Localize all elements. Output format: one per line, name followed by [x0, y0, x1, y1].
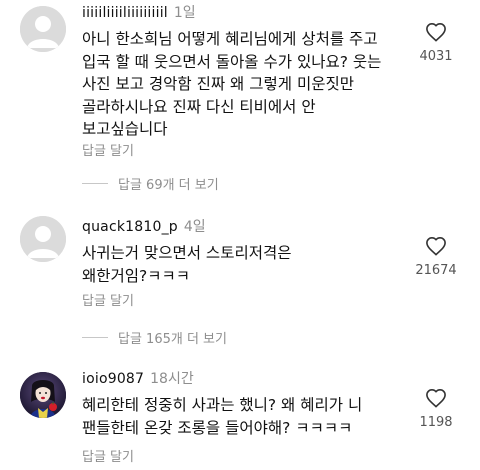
username[interactable]: quack1810_p [82, 219, 178, 235]
divider-line [82, 183, 108, 184]
comment-header: iiiiiliiiiliiiiiiiiil 1일 [82, 4, 196, 22]
like-column: 4031 [406, 22, 466, 64]
comment-text: 아니 한소희님 어떻게 혜리님에게 상처를 주고 입국 할 때 웃으면서 돌아올… [82, 28, 404, 141]
comment-line: 골라하시나요 진짜 다신 티비에서 안 [82, 97, 316, 116]
like-column: 1198 [406, 388, 466, 430]
like-count: 1198 [419, 415, 453, 430]
like-count: 21674 [415, 263, 457, 278]
view-replies-label: 답글 69개 더 보기 [118, 178, 219, 193]
view-replies-button[interactable]: 답글 165개 더 보기 [82, 328, 227, 347]
comment-line: 사귀는거 맞으면서 스토리저격은 [82, 244, 292, 262]
comment-line: 팬들한테 온갖 조롱을 들어야해? ㅋㅋㅋㅋ [82, 418, 353, 437]
comment-line: 입국 할 때 웃으면서 돌아올 수가 있나요? 웃는 [82, 52, 382, 71]
divider-line [82, 337, 108, 338]
comment-header: quack1810_p 4일 [82, 218, 206, 236]
username[interactable]: ioio9087 [82, 371, 144, 387]
comment-line: 보고싶습니다 [82, 120, 168, 138]
comment-item: quack1810_p 4일 사귀는거 맞으면서 스토리저격은 왜한거임?ㅋㅋㅋ … [0, 210, 480, 350]
reply-button[interactable]: 답글 달기 [82, 140, 134, 159]
timestamp: 4일 [183, 219, 206, 235]
heart-icon[interactable] [425, 22, 447, 42]
username[interactable]: iiiiiliiiiliiiiiiiiil [82, 5, 168, 21]
view-replies-button[interactable]: 답글 69개 더 보기 [82, 174, 219, 193]
avatar[interactable] [20, 216, 66, 262]
comment-item: ioio9087 18시간 혜리한테 정중히 사과는 했니? 왜 혜리가 니 팬들… [0, 364, 480, 470]
like-count: 4031 [419, 49, 453, 64]
view-replies-label: 답글 165개 더 보기 [118, 332, 227, 347]
avatar[interactable] [20, 372, 66, 418]
comment-line: 왜한거임?ㅋㅋㅋ [82, 266, 191, 285]
comment-text: 혜리한테 정중히 사과는 했니? 왜 혜리가 니 팬들한테 온갖 조롱을 들어야… [82, 394, 404, 439]
comment-item: iiiiiliiiiliiiiiiiiil 1일 아니 한소희님 어떻게 혜리님에… [0, 0, 480, 200]
comment-header: ioio9087 18시간 [82, 370, 194, 388]
default-avatar-icon [20, 216, 66, 262]
reply-button[interactable]: 답글 달기 [82, 290, 134, 309]
like-column: 21674 [406, 236, 466, 278]
heart-icon[interactable] [425, 388, 447, 408]
avatar[interactable] [20, 6, 66, 52]
reply-button[interactable]: 답글 달기 [82, 446, 134, 465]
timestamp: 18시간 [150, 371, 194, 387]
comment-line: 아니 한소희님 어떻게 혜리님에게 상처를 주고 [82, 30, 378, 48]
comment-line: 사진 보고 경악함 진짜 왜 그렇게 미운짓만 [82, 75, 354, 93]
comment-line: 혜리한테 정중히 사과는 했니? 왜 혜리가 니 [82, 396, 363, 414]
timestamp: 1일 [173, 5, 196, 21]
default-avatar-icon [20, 6, 66, 52]
illustrated-avatar-icon [20, 372, 66, 418]
heart-icon[interactable] [425, 236, 447, 256]
comment-text: 사귀는거 맞으면서 스토리저격은 왜한거임?ㅋㅋㅋ [82, 242, 404, 287]
